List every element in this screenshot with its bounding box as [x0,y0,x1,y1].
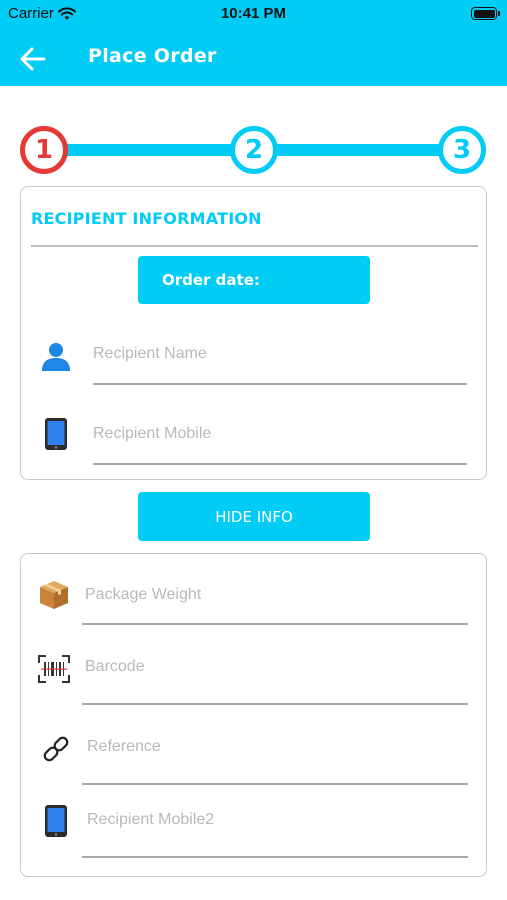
recipient-name-row [21,327,486,387]
status-time: 10:41 PM [220,5,287,22]
arrow-left-icon [20,47,46,71]
back-button[interactable] [18,44,48,74]
field-underline [93,383,467,385]
nav-bar: Place Order [0,30,507,86]
barcode-input[interactable] [85,658,465,676]
battery-icon [471,7,500,20]
package-box-icon [37,578,71,612]
step-1[interactable]: 1 [20,126,68,174]
recipient-mobile2-row [21,799,486,859]
recipient-name-input[interactable] [93,345,463,363]
step-3[interactable]: 3 [438,126,486,174]
recipient-mobile2-input[interactable] [87,811,465,829]
barcode-row [21,646,486,706]
order-date-button[interactable]: Order date: [138,256,370,304]
section-title: RECIPIENT INFORMATION [31,209,262,228]
order-stepper: 1 2 3 [0,120,507,180]
recipient-mobile-input[interactable] [93,425,463,443]
package-card [20,553,487,877]
page-title: Place Order [88,45,217,67]
reference-row [21,726,486,786]
package-weight-input[interactable] [85,586,465,604]
step-2[interactable]: 2 [230,126,278,174]
recipient-mobile-row [21,407,486,467]
hide-info-button[interactable]: HIDE INFO [138,492,370,541]
barcode-scanner-icon [37,652,71,686]
mobile-phone-icon [39,417,73,451]
mobile-phone-icon [39,804,73,838]
field-underline [82,783,468,785]
reference-input[interactable] [87,738,465,756]
package-weight-row [21,566,486,626]
field-underline [82,703,468,705]
section-divider [31,245,478,247]
field-underline [93,463,467,465]
field-underline [82,856,468,858]
recipient-card: RECIPIENT INFORMATION Order date: [20,186,487,480]
status-bar: Carrier 10:41 PM [0,0,507,30]
person-icon [39,339,73,373]
field-underline [82,623,468,625]
link-icon [39,732,73,766]
